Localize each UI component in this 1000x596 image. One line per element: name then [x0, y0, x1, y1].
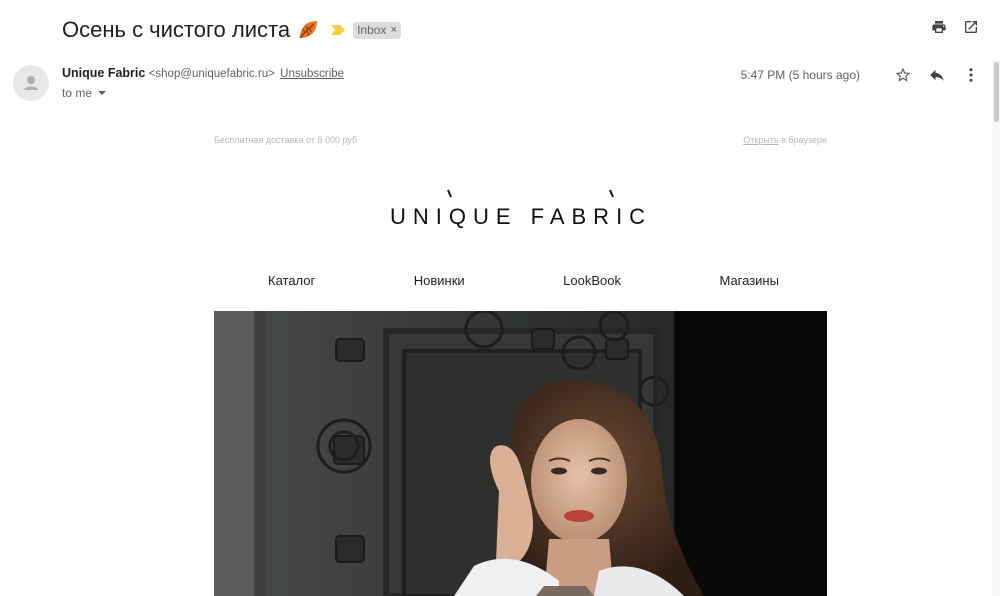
- star-icon[interactable]: [894, 66, 912, 84]
- nav-catalog-link[interactable]: Каталог: [268, 273, 315, 288]
- unique-fabric-logo: UNIQUE FABRIC: [391, 189, 651, 229]
- subject-row: Осень с чистого листа Inbox ×: [62, 14, 401, 46]
- hero-photo: [214, 311, 827, 596]
- sender-block: Unique Fabric <shop@uniquefabric.ru> Uns…: [62, 66, 344, 100]
- top-actions: [930, 18, 980, 36]
- message-actions: 5:47 PM (5 hours ago): [741, 66, 980, 84]
- scrollbar-track[interactable]: [992, 60, 1000, 596]
- email-nav-menu: Каталог Новинки LookBook Магазины: [214, 273, 827, 288]
- open-in-browser: Открыть в браузере: [743, 135, 827, 145]
- recipient-label: to me: [62, 86, 93, 100]
- open-in-browser-link[interactable]: Открыть: [743, 135, 778, 145]
- chevron-down-icon: [98, 91, 107, 95]
- reply-icon[interactable]: [928, 66, 946, 84]
- unsubscribe-link[interactable]: Unsubscribe: [280, 68, 344, 80]
- free-shipping-text: Бесплатная доставка от 8 000 руб: [214, 135, 358, 145]
- recipient-details-toggle[interactable]: to me: [62, 86, 344, 100]
- scrollbar-thumb[interactable]: [994, 62, 999, 122]
- nav-new-arrivals-link[interactable]: Новинки: [414, 273, 465, 288]
- brand-logo[interactable]: UNIQUE FABRIC: [214, 188, 827, 230]
- importance-marker-icon[interactable]: [330, 24, 346, 36]
- email-subject: Осень с чистого листа: [62, 17, 291, 42]
- sender-line: Unique Fabric <shop@uniquefabric.ru> Uns…: [62, 66, 344, 80]
- sender-email: <shop@uniquefabric.ru>: [148, 68, 275, 80]
- remove-label-icon[interactable]: ×: [390, 24, 396, 36]
- inbox-label-text: Inbox: [357, 23, 387, 37]
- default-avatar-icon: [24, 76, 38, 90]
- open-in-new-window-icon[interactable]: [962, 18, 980, 36]
- inbox-label-chip[interactable]: Inbox ×: [353, 21, 401, 39]
- sender-name[interactable]: Unique Fabric: [62, 66, 145, 80]
- sender-avatar: [13, 65, 49, 101]
- print-icon[interactable]: [930, 18, 948, 36]
- hero-banner-image[interactable]: [214, 311, 827, 596]
- message-timestamp: 5:47 PM (5 hours ago): [740, 68, 860, 82]
- nav-lookbook-link[interactable]: LookBook: [563, 273, 621, 288]
- more-vertical-icon[interactable]: [962, 66, 980, 84]
- logo-text: UNIQUE FABRIC: [391, 204, 651, 229]
- open-in-browser-suffix: в браузере: [778, 135, 827, 145]
- fallen-leaf-icon: [296, 18, 320, 42]
- nav-stores-link[interactable]: Магазины: [719, 273, 779, 288]
- email-preheader: Бесплатная доставка от 8 000 руб Открыть…: [214, 135, 827, 145]
